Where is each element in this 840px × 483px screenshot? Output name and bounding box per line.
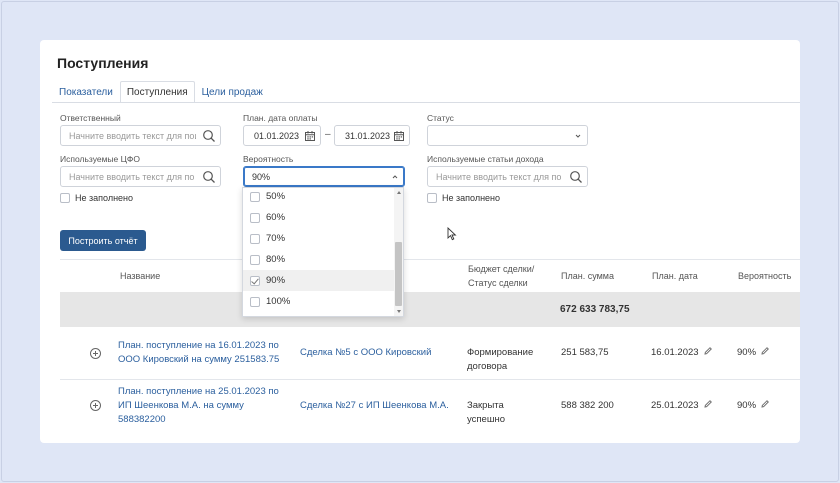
row1-status-line2: договора [467, 361, 508, 372]
cfo-label: Используемые ЦФО [60, 154, 140, 164]
row1-deal-link[interactable]: Сделка №5 с ООО Кировский [300, 346, 431, 360]
search-icon [203, 130, 215, 142]
checkbox[interactable] [250, 233, 260, 244]
status-select[interactable] [427, 125, 588, 146]
calendar-icon [305, 131, 315, 141]
plan-date-label: План. дата оплаты [243, 113, 318, 123]
edit-pencil-icon[interactable] [760, 399, 770, 409]
row2-name-line3[interactable]: 588382200 [118, 413, 166, 427]
row2-plan-date: 25.01.2023 [651, 400, 699, 411]
tab-bar: Показатели Поступления Цели продаж [52, 81, 270, 103]
chevron-down-icon [575, 134, 581, 138]
responsible-label: Ответственный [60, 113, 121, 123]
option-label: 90% [266, 275, 286, 286]
option-label: 50% [266, 191, 286, 202]
responsible-search-input[interactable]: Начните вводить текст для поиск [60, 125, 221, 146]
plan-date-to-input[interactable]: 31.01.2023 [334, 125, 410, 146]
dropdown-scrollbar[interactable] [394, 188, 403, 316]
total-row [60, 292, 800, 327]
col-header-plan-sum: План. сумма [561, 271, 614, 281]
calendar-icon [394, 131, 404, 141]
col-header-name: Название [120, 271, 161, 281]
page-title: Поступления [57, 55, 149, 71]
income-not-filled-checkbox[interactable]: Не заполнено [427, 193, 500, 203]
row2-name-line2[interactable]: ИП Шеенкова М.А. на сумму [118, 399, 244, 413]
income-items-search-input[interactable]: Начните вводить текст для по [427, 166, 588, 187]
row1-plan-date-cell: 16.01.2023 [651, 346, 713, 360]
checkbox-checked[interactable] [250, 275, 260, 286]
expand-row-icon[interactable] [90, 400, 101, 411]
row2-probability-cell: 90% [737, 399, 770, 413]
scroll-up-arrow-icon[interactable] [397, 191, 401, 194]
tab-indicators[interactable]: Показатели [52, 81, 120, 103]
scroll-down-arrow-icon[interactable] [397, 310, 401, 313]
row1-probability-cell: 90% [737, 346, 770, 360]
main-card: Поступления Показатели Поступления Цели … [40, 40, 800, 443]
option-label: 60% [266, 212, 286, 223]
table-top-border [60, 259, 800, 260]
col-header-plan-date: План. дата [652, 271, 698, 281]
checkbox[interactable] [250, 191, 260, 202]
option-label: 80% [266, 254, 286, 265]
date-range-dash: – [325, 129, 331, 140]
probability-option-90[interactable]: 90% [243, 270, 395, 291]
probability-dropdown[interactable]: 50% 60% 70% 80% 90% 100% [242, 187, 404, 317]
probability-option-50[interactable]: 50% [243, 188, 395, 207]
mouse-cursor-icon [447, 227, 457, 241]
row2-name-line1[interactable]: План. поступление на 25.01.2023 по [118, 385, 279, 399]
row2-probability: 90% [737, 400, 757, 411]
row2-plan-date-cell: 25.01.2023 [651, 399, 713, 413]
scrollbar-thumb[interactable] [395, 242, 402, 306]
chevron-up-icon [392, 175, 398, 179]
option-label: 70% [266, 233, 286, 244]
row2-status-line1: Закрыта [467, 400, 504, 411]
probability-option-70[interactable]: 70% [243, 228, 395, 249]
checkbox-label: Не заполнено [75, 193, 134, 203]
plan-date-from-input[interactable]: 01.01.2023 [243, 125, 321, 146]
row-divider [60, 379, 800, 380]
expand-row-icon[interactable] [90, 348, 101, 359]
search-icon [570, 171, 582, 183]
edit-pencil-icon[interactable] [703, 399, 713, 409]
checkbox[interactable] [427, 193, 437, 203]
row2-status-line2: успешно [467, 414, 505, 425]
checkbox-label: Не заполнено [442, 193, 501, 203]
checkbox[interactable] [250, 212, 260, 223]
row1-probability: 90% [737, 347, 757, 358]
col-header-probability: Вероятность [738, 271, 792, 281]
build-report-button[interactable]: Построить отчёт [60, 230, 146, 251]
edit-pencil-icon[interactable] [760, 346, 770, 356]
row2-plan-sum: 588 382 200 [561, 400, 614, 411]
col-header-budget-line1: Бюджет сделки/ [468, 264, 535, 274]
status-label: Статус [427, 113, 454, 123]
total-sum: 672 633 783,75 [560, 304, 630, 315]
probability-label: Вероятность [243, 154, 294, 164]
tab-receipts[interactable]: Поступления [119, 81, 195, 103]
income-items-label: Используемые статьи дохода [427, 154, 544, 164]
col-header-budget-line2: Статус сделки [468, 278, 528, 288]
checkbox[interactable] [60, 193, 70, 203]
search-icon [203, 171, 215, 183]
probability-select[interactable]: 90% [243, 166, 405, 187]
option-label: 100% [266, 296, 291, 307]
probability-option-80[interactable]: 80% [243, 249, 395, 270]
row1-name-line2[interactable]: ООО Кировский на сумму 251583.75 [118, 353, 279, 367]
probability-option-100[interactable]: 100% [243, 291, 395, 312]
checkbox[interactable] [250, 296, 260, 307]
checkbox[interactable] [250, 254, 260, 265]
row1-name-line1[interactable]: План. поступление на 16.01.2023 по [118, 339, 279, 353]
probability-option-60[interactable]: 60% [243, 207, 395, 228]
row1-plan-date: 16.01.2023 [651, 347, 699, 358]
row1-plan-sum: 251 583,75 [561, 347, 609, 358]
tab-sales-goals[interactable]: Цели продаж [195, 81, 270, 103]
tabs-divider [52, 102, 800, 103]
row1-status-line1: Формирование [467, 347, 534, 358]
row2-deal-link[interactable]: Сделка №27 с ИП Шеенкова М.А. [300, 399, 449, 413]
edit-pencil-icon[interactable] [703, 346, 713, 356]
cfo-search-input[interactable]: Начните вводить текст для по [60, 166, 221, 187]
cfo-not-filled-checkbox[interactable]: Не заполнено [60, 193, 133, 203]
